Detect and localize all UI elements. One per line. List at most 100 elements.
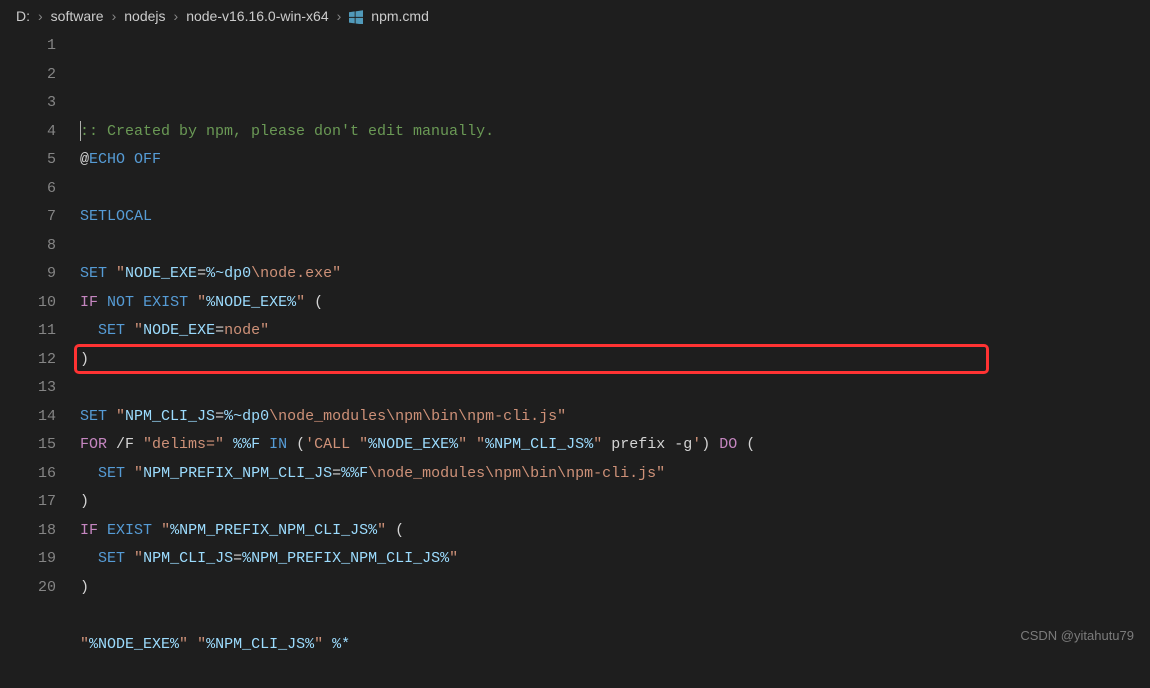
code-line[interactable]: SET "NODE_EXE=node" [80,317,1150,346]
code-token: \node.exe [251,265,332,282]
code-line[interactable] [80,175,1150,204]
code-line[interactable] [80,602,1150,631]
code-token: " [116,265,125,282]
code-token [107,408,116,425]
code-token: NOT [107,294,134,311]
line-number: 7 [0,203,56,232]
code-token: %NODE_EXE% [89,636,179,653]
code-token: " [197,294,206,311]
code-token: = [233,550,242,567]
code-line[interactable]: IF EXIST "%NPM_PREFIX_NPM_CLI_JS%" ( [80,517,1150,546]
line-number: 4 [0,118,56,147]
code-token [80,550,98,567]
code-token: = [215,408,224,425]
code-token: = [197,265,206,282]
code-token [260,436,269,453]
code-token: " " [458,436,485,453]
code-token [134,294,143,311]
breadcrumb-file[interactable]: npm.cmd [371,8,429,24]
code-line[interactable]: @ECHO OFF [80,146,1150,175]
code-line[interactable] [80,232,1150,261]
code-line[interactable]: SET "NODE_EXE=%~dp0\node.exe" [80,260,1150,289]
code-token: EXIST [143,294,188,311]
code-line[interactable]: SET "NPM_CLI_JS=%~dp0\node_modules\npm\b… [80,403,1150,432]
line-number: 19 [0,545,56,574]
chevron-right-icon: › [337,8,342,24]
code-token: " [332,265,341,282]
breadcrumb-item[interactable]: node-v16.16.0-win-x64 [186,8,328,24]
code-token: EXIST [107,522,152,539]
line-number: 3 [0,89,56,118]
code-token: " [314,636,323,653]
code-line[interactable]: ) [80,346,1150,375]
code-token: NODE_EXE [143,322,215,339]
code-token: FOR [80,436,107,453]
code-line[interactable] [80,374,1150,403]
code-token: ( [287,436,305,453]
code-token: ) [80,351,89,368]
code-token [188,636,197,653]
code-token: SET [80,408,107,425]
line-number: 10 [0,289,56,318]
code-line[interactable]: ) [80,488,1150,517]
code-token: " [296,294,305,311]
code-token: %%F [341,465,368,482]
code-token: IF [80,294,98,311]
line-number: 14 [0,403,56,432]
code-token [80,465,98,482]
line-number: 15 [0,431,56,460]
code-token: %NPM_CLI_JS% [485,436,593,453]
code-token [125,550,134,567]
code-token: %~dp0 [206,265,251,282]
code-token: ) [80,579,89,596]
code-token: NPM_CLI_JS [125,408,215,425]
code-token: " [197,636,206,653]
code-line[interactable]: :: Created by npm, please don't edit man… [80,118,1150,147]
code-token: " [134,322,143,339]
code-line[interactable]: SETLOCAL [80,203,1150,232]
breadcrumb-item[interactable]: software [51,8,104,24]
line-number-gutter: 1234567891011121314151617181920 [0,32,80,688]
line-number: 5 [0,146,56,175]
code-token: " [179,636,188,653]
code-token: " [260,322,269,339]
code-token [98,294,107,311]
code-token: \node_modules\npm\bin\npm-cli.js [368,465,656,482]
code-line[interactable]: SET "NPM_CLI_JS=%NPM_PREFIX_NPM_CLI_JS%" [80,545,1150,574]
code-token: 'CALL " [305,436,368,453]
code-token: " [449,550,458,567]
line-number: 12 [0,346,56,375]
code-token: \node_modules\npm\bin\npm-cli.js [269,408,557,425]
code-token: IF [80,522,98,539]
code-token: %NPM_PREFIX_NPM_CLI_JS% [242,550,449,567]
code-token: " [593,436,602,453]
code-line[interactable]: FOR /F "delims=" %%F IN ('CALL "%NODE_EX… [80,431,1150,460]
code-token: NPM_PREFIX_NPM_CLI_JS [143,465,332,482]
code-token: @ [80,151,89,168]
line-number: 2 [0,61,56,90]
code-token: = [215,322,224,339]
code-token: " [80,636,89,653]
code-token: IN [269,436,287,453]
breadcrumb-item[interactable]: D: [16,8,30,24]
code-line[interactable]: ) [80,574,1150,603]
code-line[interactable]: SET "NPM_PREFIX_NPM_CLI_JS=%%F\node_modu… [80,460,1150,489]
code-line[interactable]: "%NODE_EXE%" "%NPM_CLI_JS%" %* [80,631,1150,660]
code-line[interactable]: IF NOT EXIST "%NODE_EXE%" ( [80,289,1150,318]
code-token: SETLOCAL [80,208,152,225]
code-token: ) [701,436,710,453]
code-token: SET [98,322,125,339]
code-line[interactable] [80,659,1150,688]
line-number: 1 [0,32,56,61]
breadcrumb-item[interactable]: nodejs [124,8,165,24]
code-token [125,322,134,339]
code-editor[interactable]: 1234567891011121314151617181920 :: Creat… [0,32,1150,688]
code-content[interactable]: :: Created by npm, please don't edit man… [80,32,1150,688]
code-token: %NODE_EXE% [206,294,296,311]
code-token: ECHO OFF [89,151,161,168]
code-token: ) [80,493,89,510]
line-number: 13 [0,374,56,403]
breadcrumb[interactable]: D: › software › nodejs › node-v16.16.0-w… [0,0,1150,32]
code-token: ( [737,436,755,453]
code-token [224,436,233,453]
